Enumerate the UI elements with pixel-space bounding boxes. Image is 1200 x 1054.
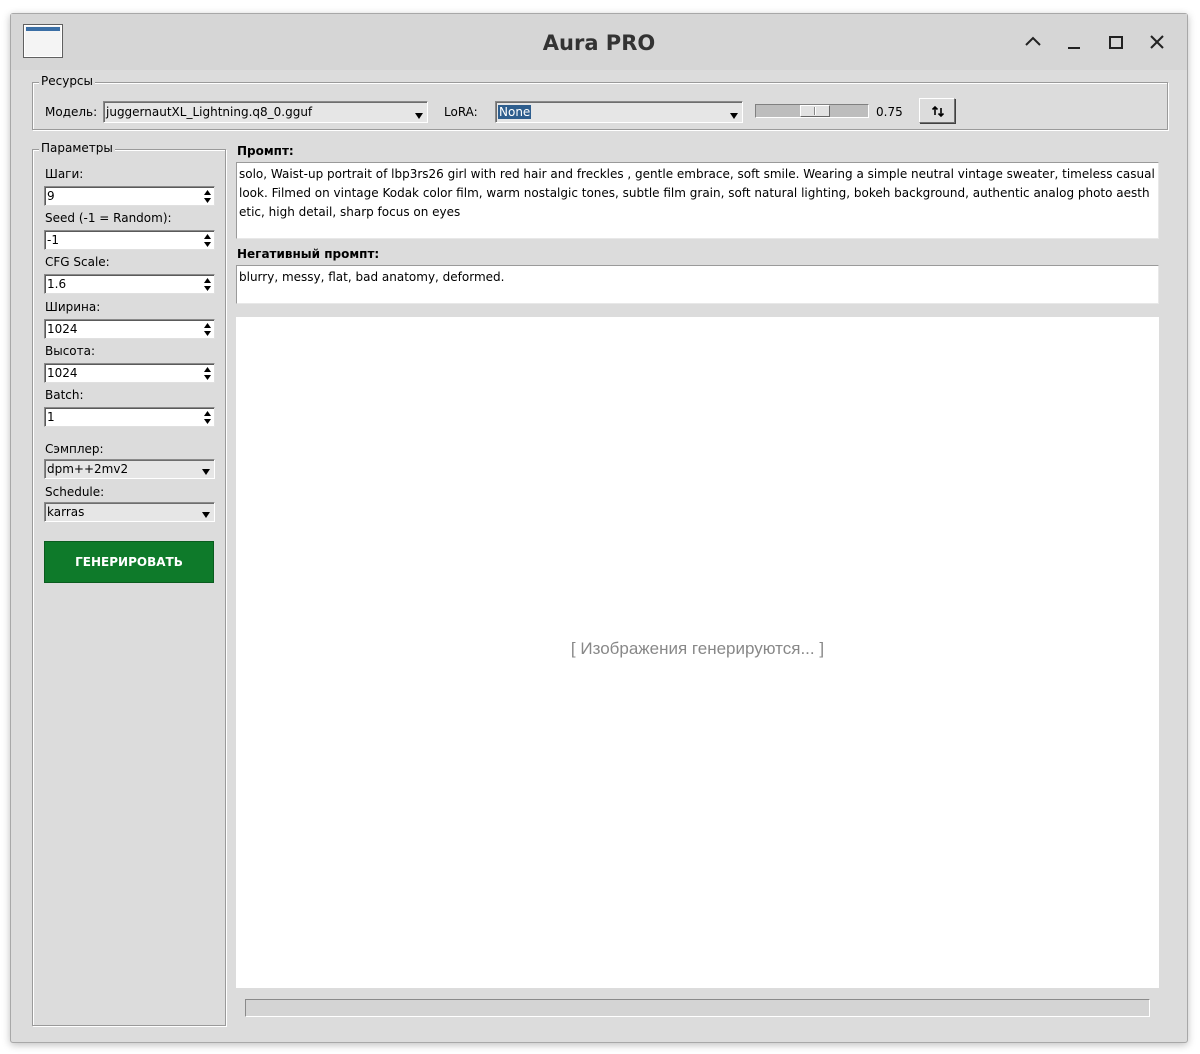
schedule-label: Schedule: (45, 485, 105, 499)
width-value: 1024 (47, 322, 78, 336)
height-value: 1024 (47, 366, 78, 380)
chevron-down-icon[interactable] (199, 504, 213, 520)
lora-select[interactable]: None (495, 101, 743, 123)
model-value: juggernautXL_Lightning.q8_0.gguf (106, 105, 313, 119)
width-spinbox[interactable]: 1024 (44, 319, 215, 339)
seed-value: -1 (47, 233, 59, 247)
spin-up-icon[interactable] (202, 365, 213, 373)
refresh-icon (931, 105, 945, 118)
chevron-down-icon[interactable] (199, 461, 213, 477)
resources-legend: Ресурсы (39, 74, 96, 88)
negative-prompt-label: Негативный промпт: (237, 247, 380, 261)
maximize-icon[interactable] (1102, 28, 1130, 56)
lora-strength-slider[interactable] (755, 104, 869, 118)
slider-thumb[interactable] (800, 105, 830, 117)
cfg-value: 1.6 (47, 277, 67, 291)
output-placeholder: [ Изображения генерируются... ] (570, 639, 825, 658)
schedule-select[interactable]: karras (44, 502, 215, 522)
spin-down-icon[interactable] (202, 417, 213, 425)
height-spinbox[interactable]: 1024 (44, 363, 215, 383)
sampler-select[interactable]: dpm++2mv2 (44, 459, 215, 479)
lora-label: LoRA: (444, 105, 478, 119)
height-label: Высота: (45, 344, 96, 358)
spin-down-icon[interactable] (202, 196, 213, 204)
lora-strength-value: 0.75 (876, 105, 903, 119)
progress-bar (245, 999, 1150, 1017)
app-window: Aura PRO Ресурсы Модель: juggernautXL_Li… (10, 13, 1188, 1043)
chevron-up-icon[interactable] (1019, 28, 1047, 56)
spin-up-icon[interactable] (202, 409, 213, 417)
spin-up-icon[interactable] (202, 276, 213, 284)
prompt-textarea[interactable]: solo, Waist-up portrait of lbp3rs26 girl… (236, 162, 1159, 239)
seed-label: Seed (-1 = Random): (45, 211, 172, 225)
schedule-value: karras (47, 505, 85, 519)
refresh-button[interactable] (919, 98, 955, 123)
spin-up-icon[interactable] (202, 188, 213, 196)
chevron-down-icon[interactable] (412, 103, 426, 121)
image-output-area: [ Изображения генерируются... ] (236, 317, 1159, 988)
params-legend: Параметры (39, 141, 115, 155)
model-select[interactable]: juggernautXL_Lightning.q8_0.gguf (103, 101, 428, 123)
spin-down-icon[interactable] (202, 240, 213, 248)
spin-down-icon[interactable] (202, 373, 213, 381)
cfg-label: CFG Scale: (45, 255, 110, 269)
spin-up-icon[interactable] (202, 321, 213, 329)
minimize-icon[interactable] (1060, 28, 1088, 56)
steps-value: 9 (47, 189, 55, 203)
sampler-value: dpm++2mv2 (47, 462, 129, 476)
title-bar[interactable]: Aura PRO (11, 14, 1187, 70)
cfg-spinbox[interactable]: 1.6 (44, 274, 215, 294)
close-icon[interactable] (1143, 28, 1171, 56)
width-label: Ширина: (45, 300, 101, 314)
lora-value: None (498, 105, 532, 119)
generate-button[interactable]: ГЕНЕРИРОВАТЬ (44, 541, 214, 583)
batch-label: Batch: (45, 388, 84, 402)
chevron-down-icon[interactable] (727, 103, 741, 121)
window-title: Aura PRO (542, 31, 656, 55)
spin-down-icon[interactable] (202, 329, 213, 337)
model-label: Модель: (45, 105, 98, 119)
prompt-label: Промпт: (237, 144, 294, 158)
negative-prompt-textarea[interactable]: blurry, messy, flat, bad anatomy, deform… (236, 265, 1159, 304)
batch-spinbox[interactable]: 1 (44, 407, 215, 427)
steps-spinbox[interactable]: 9 (44, 186, 215, 206)
spin-up-icon[interactable] (202, 232, 213, 240)
spin-down-icon[interactable] (202, 284, 213, 292)
batch-value: 1 (47, 410, 55, 424)
seed-spinbox[interactable]: -1 (44, 230, 215, 250)
params-group: Параметры Шаги: 9 Seed (-1 = Random): -1… (32, 141, 226, 1026)
resources-group: Ресурсы Модель: juggernautXL_Lightning.q… (32, 74, 1168, 130)
steps-label: Шаги: (45, 167, 84, 181)
sampler-label: Сэмплер: (45, 442, 104, 456)
